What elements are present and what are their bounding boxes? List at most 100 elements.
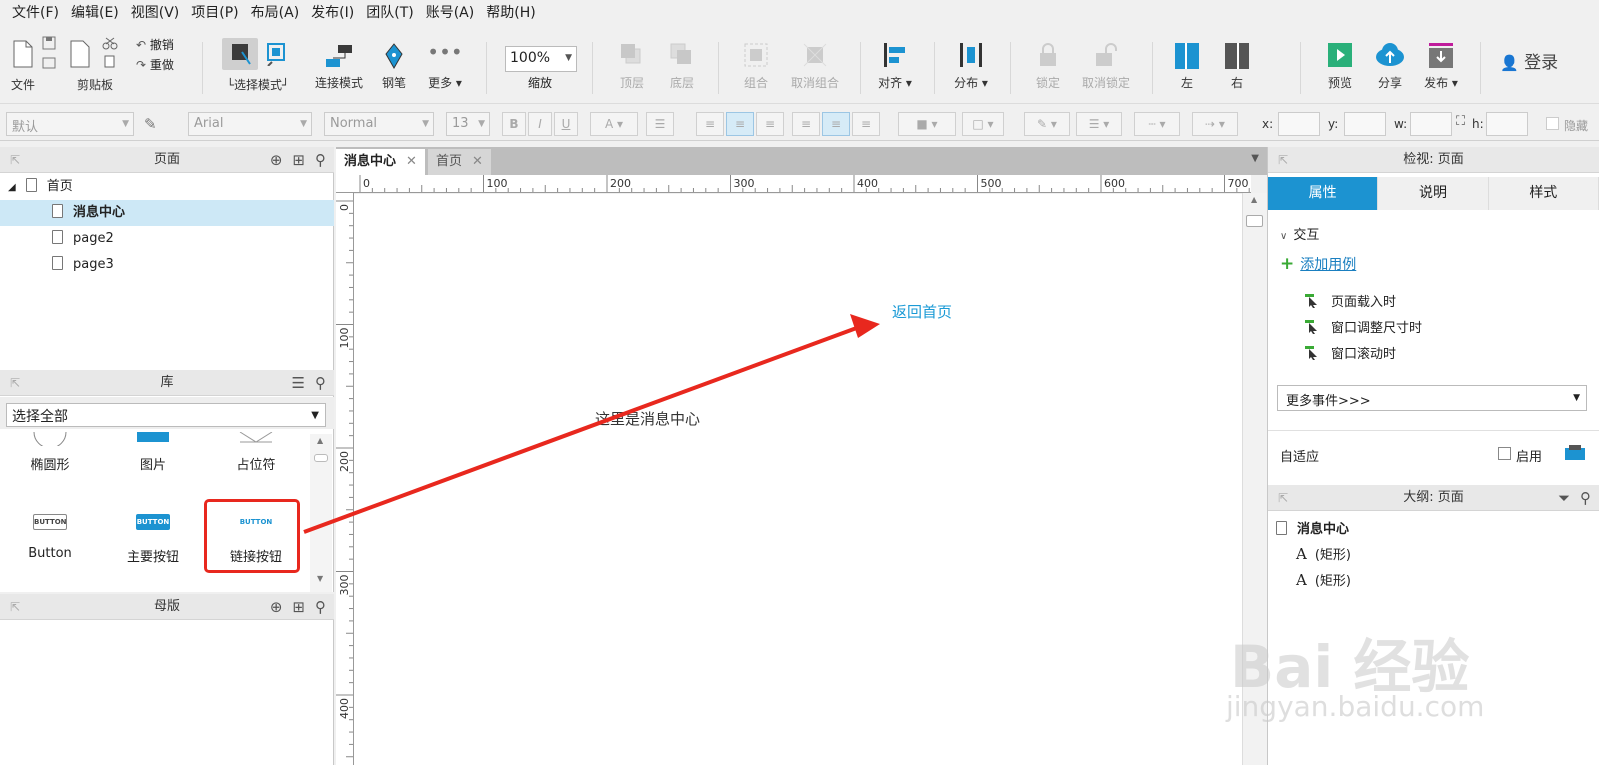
design-canvas[interactable]: 这里是消息中心 返回首页 <box>354 194 1242 765</box>
font-size-select[interactable]: 13 ▼ <box>446 112 490 136</box>
close-icon[interactable]: ✕ <box>472 154 483 169</box>
canvas-text-message-center[interactable]: 这里是消息中心 <box>595 408 700 429</box>
font-color-button[interactable]: A ▾ <box>590 112 638 136</box>
save-icon[interactable] <box>41 36 57 72</box>
file-button[interactable]: 文件 <box>6 24 40 104</box>
font-select[interactable]: Arial ▼ <box>188 112 312 136</box>
send-to-back-button[interactable]: 底层 <box>662 24 702 104</box>
pen-button[interactable]: 钢笔 <box>376 24 412 104</box>
style-edit-icon[interactable]: ✎ <box>144 115 157 133</box>
add-case-link[interactable]: + 添加用例 <box>1280 254 1356 274</box>
cut-copy-icon[interactable] <box>102 36 118 72</box>
more-button[interactable]: ••• 更多 ▾ <box>424 24 466 104</box>
pin-icon[interactable]: ⇱ <box>1278 147 1288 173</box>
event-window-scroll[interactable]: 窗口滚动时 <box>1305 343 1396 362</box>
pin-icon[interactable]: ⇱ <box>10 147 20 173</box>
undo-button[interactable]: ↶ 撤销 <box>136 36 174 53</box>
search-icon[interactable]: ⚲ <box>315 594 326 620</box>
redo-button[interactable]: ↷ 重做 <box>136 56 174 73</box>
library-select[interactable]: 选择全部 ▼ <box>6 403 326 427</box>
add-page-icon[interactable]: ⊕ <box>270 147 283 173</box>
event-window-resize[interactable]: 窗口调整尺寸时 <box>1305 317 1422 336</box>
shadow-button[interactable]: □ ▾ <box>962 112 1004 136</box>
widget-ellipse[interactable]: 椭圆形 <box>0 432 100 473</box>
italic-button[interactable]: I <box>528 112 552 136</box>
menu-team[interactable]: 团队(T) <box>360 2 419 22</box>
menu-icon[interactable]: ☰ <box>292 370 305 396</box>
add-folder-icon[interactable]: ⊞ <box>292 594 305 620</box>
align-right-text-button[interactable]: ≡ <box>756 112 784 136</box>
outline-item[interactable]: A (矩形) <box>1296 544 1351 563</box>
menu-view[interactable]: 视图(V) <box>125 2 186 22</box>
scroll-thumb[interactable] <box>1246 215 1263 227</box>
align-center-text-button[interactable]: ≡ <box>726 112 754 136</box>
scroll-up-icon[interactable]: ▲ <box>1251 195 1257 204</box>
pin-icon[interactable]: ⇱ <box>10 594 20 620</box>
page-item-page2[interactable]: page2 <box>0 226 334 252</box>
menu-help[interactable]: 帮助(H) <box>480 2 541 22</box>
arrow-style-button[interactable]: ⇢ ▾ <box>1192 112 1238 136</box>
widget-primary-button[interactable]: BUTTON 主要按钮 <box>103 514 203 565</box>
select-mode-button[interactable]: └选择模式┘ <box>218 24 298 104</box>
collapse-triangle-icon[interactable]: ◢ <box>8 182 16 193</box>
add-folder-icon[interactable]: ⊞ <box>292 147 305 173</box>
right-panel-toggle[interactable]: 右 <box>1220 24 1254 104</box>
h-input[interactable] <box>1486 112 1528 136</box>
page-item-home[interactable]: ◢ 首页 <box>0 174 334 200</box>
valign-bottom-button[interactable]: ≡ <box>852 112 880 136</box>
tab-home[interactable]: 首页 ✕ <box>428 149 491 175</box>
menu-layout[interactable]: 布局(A) <box>245 2 306 22</box>
menu-edit[interactable]: 编辑(E) <box>65 2 125 22</box>
preview-button[interactable]: 预览 <box>1322 24 1358 104</box>
close-icon[interactable]: ✕ <box>406 154 417 169</box>
scroll-thumb[interactable] <box>314 454 328 462</box>
menu-publish[interactable]: 发布(I) <box>305 2 360 22</box>
library-scrollbar[interactable]: ▲ ▼ <box>310 434 332 592</box>
distribute-button[interactable]: 分布 ▾ <box>948 24 994 104</box>
bring-to-front-button[interactable]: 顶层 <box>612 24 652 104</box>
line-style-button[interactable]: ┄ ▾ <box>1134 112 1180 136</box>
search-icon[interactable]: ⚲ <box>315 147 326 173</box>
underline-button[interactable]: U <box>554 112 578 136</box>
menu-file[interactable]: 文件(F) <box>6 2 65 22</box>
scroll-down-icon[interactable]: ▼ <box>317 574 323 583</box>
add-master-icon[interactable]: ⊕ <box>270 594 283 620</box>
align-left-text-button[interactable]: ≡ <box>696 112 724 136</box>
tab-message-center[interactable]: 消息中心 ✕ <box>336 149 425 175</box>
style-select[interactable]: 默认 ▼ <box>6 112 134 136</box>
page-item-page3[interactable]: page3 <box>0 252 334 278</box>
publish-button[interactable]: 发布 ▾ <box>1420 24 1462 104</box>
tab-notes[interactable]: 说明 <box>1378 177 1489 210</box>
interaction-section-header[interactable]: ∨ 交互 <box>1280 224 1319 243</box>
adaptive-enable-checkbox[interactable] <box>1498 447 1511 460</box>
group-button[interactable]: 组合 <box>738 24 774 104</box>
pin-icon[interactable]: ⇱ <box>10 370 20 396</box>
w-input[interactable] <box>1410 112 1452 136</box>
widget-image[interactable]: 图片 <box>103 432 203 473</box>
share-button[interactable]: 分享 <box>1372 24 1408 104</box>
more-events-select[interactable]: 更多事件>>> ▼ <box>1277 385 1587 411</box>
hidden-checkbox[interactable] <box>1546 117 1559 130</box>
x-input[interactable] <box>1278 112 1320 136</box>
scroll-up-icon[interactable]: ▲ <box>317 436 323 445</box>
search-icon[interactable]: ⚲ <box>1580 485 1591 511</box>
tab-style[interactable]: 样式 <box>1488 177 1599 210</box>
align-button[interactable]: 对齐 ▾ <box>872 24 918 104</box>
y-input[interactable] <box>1344 112 1386 136</box>
filter-icon[interactable]: ⏷ <box>1558 485 1570 511</box>
valign-middle-button[interactable]: ≡ <box>822 112 850 136</box>
bullet-list-button[interactable]: ☰ <box>646 112 674 136</box>
bold-button[interactable]: B <box>502 112 526 136</box>
ungroup-button[interactable]: 取消组合 <box>784 24 846 104</box>
outline-root-item[interactable]: 消息中心 <box>1276 518 1349 537</box>
widget-placeholder[interactable]: 占位符 <box>206 432 306 473</box>
fill-color-button[interactable]: ■ ▾ <box>898 112 956 136</box>
page-item-message-center[interactable]: 消息中心 <box>0 200 334 226</box>
lock-button[interactable]: 锁定 <box>1030 24 1066 104</box>
adaptive-settings-icon[interactable] <box>1564 444 1586 462</box>
search-icon[interactable]: ⚲ <box>315 370 326 396</box>
menu-project[interactable]: 项目(P) <box>185 2 244 22</box>
tab-list-chevron-icon[interactable]: ▼ <box>1251 153 1259 164</box>
left-panel-toggle[interactable]: 左 <box>1170 24 1204 104</box>
event-page-load[interactable]: 页面载入时 <box>1305 291 1396 310</box>
